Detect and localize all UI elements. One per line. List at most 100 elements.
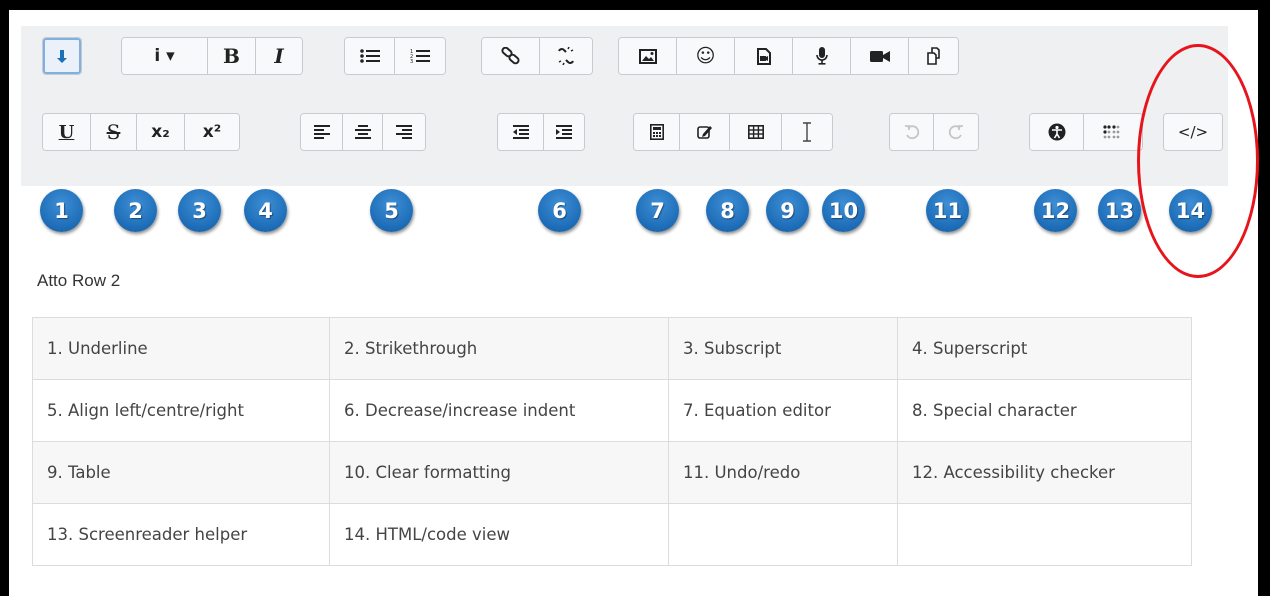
atto-toolbar: i ▾ B I 123 ☺ U S x₂ x² </> — [21, 26, 1228, 186]
table-cell: 2. Strikethrough — [329, 317, 669, 380]
underline-button[interactable]: U — [43, 114, 91, 150]
manage-files-icon — [925, 47, 943, 65]
undo-button[interactable] — [890, 114, 934, 150]
svg-text:3: 3 — [410, 59, 413, 64]
manage-files-button[interactable] — [909, 38, 958, 74]
table-cell: 5. Align left/centre/right — [32, 379, 330, 442]
italic-button[interactable]: I — [256, 38, 302, 74]
link-icon — [500, 47, 521, 65]
outdent-button[interactable] — [498, 114, 544, 150]
group-links — [481, 37, 593, 75]
unordered-list-button[interactable] — [345, 38, 395, 74]
superscript-button[interactable]: x² — [185, 114, 239, 150]
strikethrough-icon: S — [106, 120, 121, 144]
group-list: 123 — [344, 37, 446, 75]
underline-icon: U — [58, 121, 75, 143]
table-cell: 1. Underline — [32, 317, 330, 380]
emoticon-button[interactable]: ☺ — [677, 38, 735, 74]
table-row: 1. Underline 2. Strikethrough 3. Subscri… — [32, 317, 1192, 380]
badge-2: 2 — [114, 189, 157, 232]
subscript-button[interactable]: x₂ — [137, 114, 185, 150]
undo-icon — [904, 124, 920, 140]
badge-7: 7 — [636, 189, 679, 232]
table-icon — [747, 125, 764, 139]
badge-5: 5 — [370, 189, 413, 232]
badge-11: 11 — [926, 189, 969, 232]
unlink-button[interactable] — [540, 38, 592, 74]
table-row: 13. Screenreader helper 14. HTML/code vi… — [32, 503, 1192, 566]
table-row: 9. Table 10. Clear formatting 11. Undo/r… — [32, 441, 1192, 504]
table-cell: 11. Undo/redo — [668, 441, 898, 504]
align-left-icon — [313, 125, 330, 139]
ordered-list-button[interactable]: 123 — [395, 38, 445, 74]
image-icon — [638, 48, 657, 64]
table-cell: 13. Screenreader helper — [32, 503, 330, 566]
align-center-icon — [354, 125, 371, 139]
align-right-icon — [396, 125, 412, 139]
badge-6: 6 — [538, 189, 581, 232]
screenreader-helper-button[interactable] — [1084, 114, 1142, 150]
table-cell: 10. Clear formatting — [329, 441, 669, 504]
section-title: Atto Row 2 — [37, 271, 121, 290]
redo-icon — [948, 124, 964, 140]
image-button[interactable] — [619, 38, 677, 74]
badge-8: 8 — [706, 189, 749, 232]
table-cell — [897, 503, 1192, 566]
equation-button[interactable] — [634, 114, 680, 150]
outdent-icon — [512, 125, 529, 139]
table-row: 5. Align left/centre/right 6. Decrease/i… — [32, 379, 1192, 442]
media-icon — [756, 47, 771, 65]
group-align — [300, 113, 426, 151]
badge-12: 12 — [1034, 189, 1077, 232]
indent-button[interactable] — [544, 114, 584, 150]
bold-button[interactable]: B — [208, 38, 256, 74]
clear-formatting-icon — [802, 122, 812, 142]
align-center-button[interactable] — [343, 114, 383, 150]
align-left-button[interactable] — [301, 114, 343, 150]
video-camera-button[interactable] — [851, 38, 909, 74]
bold-icon: B — [223, 44, 240, 68]
indent-icon — [556, 125, 572, 139]
emoticon-icon: ☺ — [695, 45, 716, 67]
align-right-button[interactable] — [383, 114, 425, 150]
table-cell: 3. Subscript — [668, 317, 898, 380]
screenreader-helper-icon — [1103, 125, 1123, 139]
badge-1: 1 — [40, 189, 83, 232]
table-button[interactable] — [730, 114, 782, 150]
media-button[interactable] — [735, 38, 793, 74]
italic-icon: I — [274, 44, 284, 68]
equation-icon — [649, 124, 664, 140]
table-cell: 7. Equation editor — [668, 379, 898, 442]
table-cell — [668, 503, 898, 566]
accessibility-checker-icon — [1048, 123, 1066, 141]
group-style: i ▾ B I — [121, 37, 303, 75]
accessibility-checker-button[interactable] — [1030, 114, 1084, 150]
special-character-icon — [696, 124, 713, 140]
group-accessibility — [1029, 113, 1143, 151]
table-cell: 9. Table — [32, 441, 330, 504]
link-button[interactable] — [482, 38, 540, 74]
collapse-toggle-button[interactable] — [43, 38, 81, 74]
clear-formatting-button[interactable] — [782, 114, 832, 150]
group-indent — [497, 113, 585, 151]
badge-9: 9 — [766, 189, 809, 232]
microphone-icon — [815, 47, 828, 65]
table-cell: 6. Decrease/increase indent — [329, 379, 669, 442]
table-cell: 4. Superscript — [897, 317, 1192, 380]
group-style2: U S x₂ x² — [42, 113, 240, 151]
strikethrough-button[interactable]: S — [91, 114, 137, 150]
redo-button[interactable] — [934, 114, 978, 150]
unordered-list-icon — [359, 48, 380, 64]
badge-10: 10 — [822, 189, 865, 232]
badge-3: 3 — [178, 189, 221, 232]
video-camera-icon — [869, 50, 890, 63]
special-character-button[interactable] — [680, 114, 730, 150]
legend-table: 1. Underline 2. Strikethrough 3. Subscri… — [32, 317, 1192, 566]
paragraph-style-dropdown-button[interactable]: i ▾ — [122, 38, 208, 74]
table-cell: 14. HTML/code view — [329, 503, 669, 566]
table-cell: 8. Special character — [897, 379, 1192, 442]
superscript-icon: x² — [202, 122, 222, 142]
microphone-button[interactable] — [793, 38, 851, 74]
collapse-toggle-icon — [55, 48, 69, 64]
paragraph-style-dropdown-icon: i ▾ — [154, 46, 175, 66]
